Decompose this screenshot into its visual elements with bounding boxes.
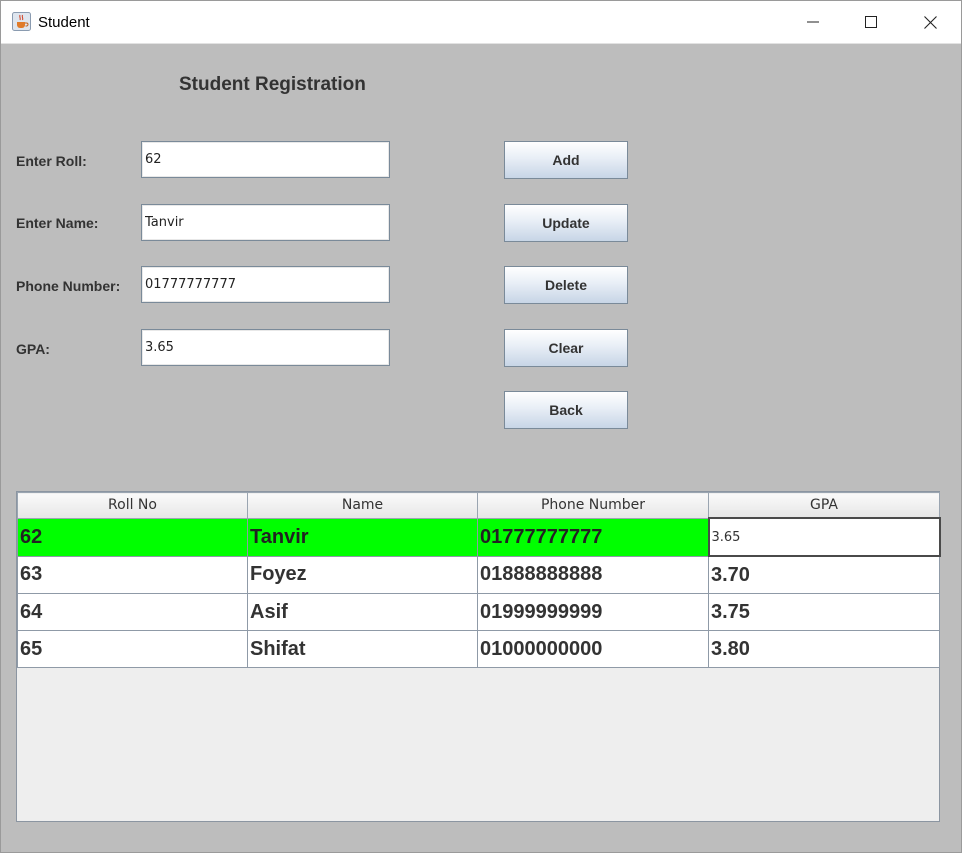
page-title: Student Registration (179, 74, 366, 95)
gpa-label: GPA: (16, 341, 50, 357)
column-header-roll[interactable]: Roll No (17, 492, 248, 519)
window-title: Student (38, 14, 90, 31)
table-cell-gpa[interactable]: 3.80 (708, 630, 940, 668)
maximize-icon (865, 16, 877, 28)
table-cell-gpa[interactable]: 3.70 (708, 555, 940, 594)
student-window: Student Student Registration Enter Roll:… (0, 0, 962, 853)
table-cell-roll[interactable]: 64 (17, 593, 248, 631)
maximize-button[interactable] (842, 1, 900, 43)
table-cell-phone[interactable]: 01888888888 (477, 555, 709, 594)
table-row[interactable]: 65 Shifat 01000000000 3.80 (17, 630, 940, 668)
table-cell-roll[interactable]: 63 (17, 555, 248, 594)
table-cell-roll[interactable]: 62 (17, 517, 248, 557)
back-button[interactable]: Back (504, 391, 628, 429)
minimize-button[interactable] (784, 1, 842, 43)
table-row[interactable]: 64 Asif 01999999999 3.75 (17, 593, 940, 631)
table-cell-name[interactable]: Foyez (247, 555, 478, 594)
table-cell-gpa-editor[interactable]: 3.65 (707, 517, 941, 557)
add-button[interactable]: Add (504, 141, 628, 179)
minimize-icon (807, 16, 819, 28)
table-cell-name[interactable]: Shifat (247, 630, 478, 668)
table-row[interactable]: 63 Foyez 01888888888 3.70 (17, 555, 940, 594)
table-cell-name[interactable]: Asif (247, 593, 478, 631)
name-input[interactable] (141, 204, 390, 241)
close-button[interactable] (901, 1, 959, 43)
table-header: Roll No Name Phone Number GPA (17, 492, 940, 519)
table-cell-gpa[interactable]: 3.75 (708, 593, 940, 631)
title-bar[interactable]: Student (1, 1, 961, 44)
phone-input[interactable] (141, 266, 390, 303)
phone-label: Phone Number: (16, 278, 121, 294)
name-label: Enter Name: (16, 215, 99, 231)
column-header-name[interactable]: Name (247, 492, 478, 519)
clear-button[interactable]: Clear (504, 329, 628, 367)
roll-input[interactable] (141, 141, 390, 178)
roll-label: Enter Roll: (16, 153, 87, 169)
student-table[interactable]: Roll No Name Phone Number GPA 62 Tanvir … (16, 491, 941, 822)
java-cup-icon (12, 12, 31, 31)
column-header-phone[interactable]: Phone Number (477, 492, 709, 519)
gpa-input[interactable] (141, 329, 390, 366)
close-icon (923, 15, 937, 29)
table-cell-phone[interactable]: 01999999999 (477, 593, 709, 631)
table-cell-phone[interactable]: 01777777777 (477, 517, 709, 557)
table-cell-name[interactable]: Tanvir (247, 517, 478, 557)
table-cell-roll[interactable]: 65 (17, 630, 248, 668)
table-row[interactable]: 62 Tanvir 01777777777 3.65 (17, 517, 941, 557)
column-header-gpa[interactable]: GPA (708, 492, 940, 519)
table-cell-phone[interactable]: 01000000000 (477, 630, 709, 668)
delete-button[interactable]: Delete (504, 266, 628, 304)
update-button[interactable]: Update (504, 204, 628, 242)
